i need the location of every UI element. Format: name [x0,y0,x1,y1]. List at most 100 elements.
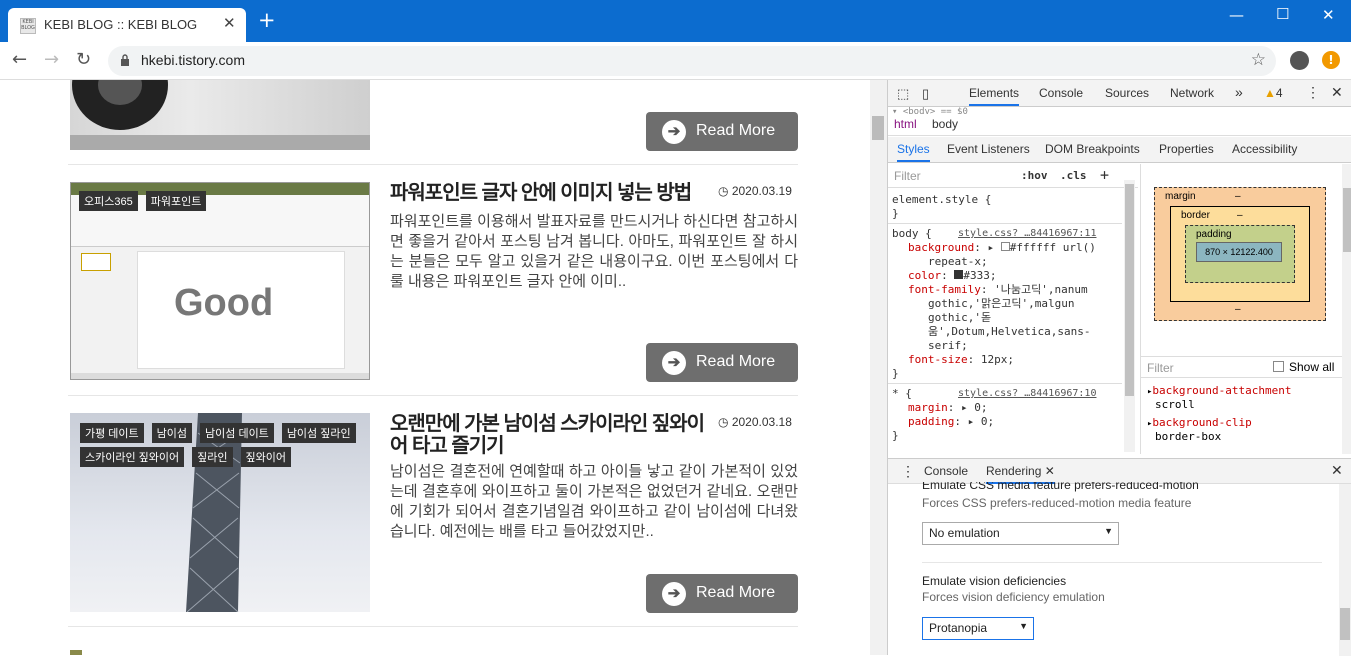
prop-value[interactable]: 12px; [981,353,1014,366]
star-rule-source-link[interactable]: style.css? …84416967:10 [958,387,1096,401]
breadcrumb-body[interactable]: body [932,117,958,131]
prop-value[interactable]: 움',Dotum,Helvetica,sans- [928,325,1090,339]
computed-prop-name[interactable]: background-clip [1152,416,1251,429]
star-selector[interactable]: * { [892,387,912,401]
read-more-button[interactable]: ➔ Read More [646,112,798,151]
new-style-rule-icon[interactable]: + [1100,166,1109,184]
vision-select[interactable]: Protanopia ▼ [922,617,1034,640]
computed-scrollbar-thumb[interactable] [1343,188,1351,252]
tag[interactable]: 짚라인 [192,447,233,467]
cls-toggle[interactable]: .cls [1060,169,1087,182]
tag[interactable]: 남이섬 데이트 [200,423,274,443]
prop-name[interactable]: background [908,241,974,254]
more-tabs-icon[interactable]: » [1235,84,1243,100]
prop-value[interactable]: '나눔고딕',nanum [994,283,1087,296]
browser-tab[interactable]: KEBI BLOG KEBI BLOG :: KEBI BLOG ✕ [8,8,246,42]
post-thumbnail-tower[interactable]: 가평 데이트 남이섬 남이섬 데이트 남이섬 짚라인 스카이라인 짚와이어 짚라… [70,413,370,612]
drawer-scrollbar-thumb[interactable] [1340,608,1350,640]
tag[interactable]: 스카이라인 짚와이어 [80,447,185,467]
prop-value[interactable]: serif; [928,339,968,353]
window-close-button[interactable]: ✕ [1322,6,1335,24]
divider [922,562,1322,563]
prop-value[interactable]: #ffffff url() [1010,241,1096,254]
prop-name[interactable]: font-family [908,283,981,296]
tag[interactable]: 파워포인트 [145,191,207,211]
page-scrollbar[interactable] [870,80,887,655]
drawer-tab-console[interactable]: Console [924,464,968,478]
subtab-styles[interactable]: Styles [897,142,930,162]
back-icon[interactable]: ← [12,51,27,69]
computed-prop-name[interactable]: background-attachment [1152,384,1291,397]
body-rule-source-link[interactable]: style.css? …84416967:11 [958,227,1096,241]
device-toolbar-icon[interactable]: ▯ [922,86,929,102]
prop-value[interactable]: gothic,'돋 [928,311,991,325]
color-swatch-icon[interactable] [1000,242,1010,251]
read-more-button[interactable]: ➔ Read More [646,343,798,382]
box-padding[interactable]: padding 870 × 12122.400 [1185,225,1295,283]
prop-name[interactable]: margin [908,401,948,414]
subtab-event-listeners[interactable]: Event Listeners [947,142,1030,156]
tab-network[interactable]: Network [1170,86,1214,100]
inspect-element-icon[interactable]: ⬚ [897,86,909,102]
prop-value[interactable]: #333; [963,269,996,282]
tab-sources[interactable]: Sources [1105,86,1149,100]
body-selector[interactable]: body { [892,227,932,241]
prop-value[interactable]: 0; [981,415,994,428]
tab-close-icon[interactable]: ✕ [223,14,236,32]
tag[interactable]: 남이섬 짚라인 [281,423,356,443]
prop-value[interactable]: 0; [974,401,987,414]
tag[interactable]: 가평 데이트 [80,423,144,443]
warnings-badge[interactable]: ▲4 [1264,86,1283,100]
ppt-slide: Good [137,251,345,369]
address-bar[interactable]: hkebi.tistory.com ☆ [108,46,1276,76]
maximize-button[interactable]: ☐ [1276,5,1289,23]
hov-toggle[interactable]: :hov [1021,169,1048,182]
box-border[interactable]: border – padding 870 × 12122.400 [1170,206,1310,302]
prop-value[interactable]: repeat-x; [928,255,988,269]
subtab-accessibility[interactable]: Accessibility [1232,142,1297,156]
subtab-properties[interactable]: Properties [1159,142,1214,156]
bookmark-star-icon[interactable]: ☆ [1251,50,1266,70]
computed-scrollbar[interactable] [1342,164,1351,454]
tag[interactable]: 오피스365 [79,191,138,211]
dom-tree-line[interactable]: ▾ <body> == $0 [892,107,968,114]
tab-elements[interactable]: Elements [969,86,1020,106]
computed-filter-input[interactable]: Filter [1147,361,1174,375]
post-thumbnail-powerpoint[interactable]: Good 오피스365 파워포인트 [70,182,370,380]
styles-filter-input[interactable]: Filter [894,169,921,183]
profile-avatar-icon[interactable] [1290,51,1309,70]
tag[interactable]: 남이섬 [151,423,193,443]
prop-name[interactable]: padding [908,415,954,428]
box-content[interactable]: 870 × 12122.400 [1196,242,1282,262]
post-title[interactable]: 파워포인트 글자 안에 이미지 넣는 방법 [390,182,710,204]
minimize-button[interactable]: — [1229,6,1244,24]
read-more-button[interactable]: ➔ Read More [646,574,798,613]
devtools-close-icon[interactable]: ✕ [1331,84,1343,101]
close-tab-icon[interactable]: ✕ [1045,464,1055,478]
prop-name[interactable]: font-size [908,353,968,366]
new-tab-button[interactable]: + [258,10,276,31]
element-style-rule[interactable]: element.style { [892,193,991,207]
drawer-scrollbar[interactable] [1339,484,1351,656]
update-warning-icon[interactable]: ! [1322,51,1340,69]
breadcrumb-html[interactable]: html [894,117,917,131]
drawer-tab-rendering[interactable]: Rendering ✕ [986,464,1055,484]
page-scrollbar-thumb[interactable] [872,116,884,140]
subtab-dom-breakpoints[interactable]: DOM Breakpoints [1045,142,1140,156]
prop-value[interactable]: gothic,'맑은고딕',malgun [928,297,1074,311]
post-title[interactable]: 오랜만에 가본 남이섬 스카이라인 짚와이어 타고 즐기기 [390,413,715,457]
show-all-checkbox[interactable] [1273,361,1284,372]
box-margin[interactable]: margin – – border – padding 870 × 12122.… [1154,187,1326,321]
post-thumbnail-car[interactable] [70,80,370,150]
devtools-menu-icon[interactable]: ⋮ [1306,84,1320,101]
drawer-menu-icon[interactable]: ⋮ [901,463,915,480]
motion-select[interactable]: No emulation ▼ [922,522,1119,545]
tag[interactable]: 짚와이어 [240,447,291,467]
drawer-close-icon[interactable]: ✕ [1331,462,1343,479]
forward-icon[interactable]: → [44,51,59,69]
tab-console[interactable]: Console [1039,86,1083,100]
reload-icon[interactable]: ↻ [76,51,91,69]
styles-scrollbar[interactable] [1124,180,1135,452]
prop-name[interactable]: color [908,269,941,282]
styles-scrollbar-thumb[interactable] [1125,184,1134,396]
